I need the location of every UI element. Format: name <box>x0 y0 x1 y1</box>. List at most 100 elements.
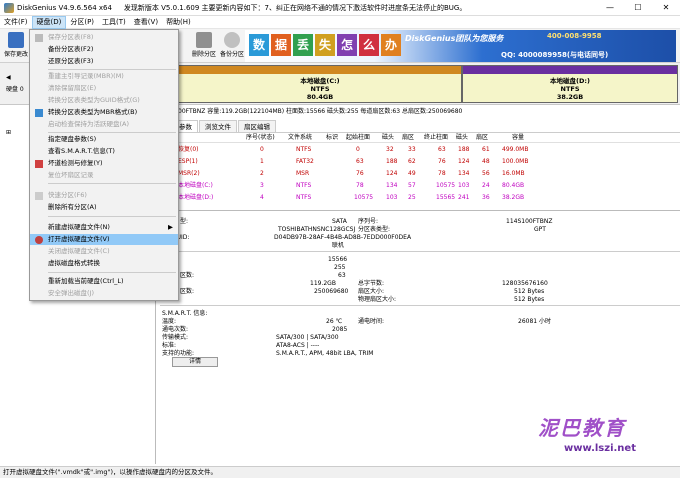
table-row[interactable]: MSR(2) 2 MSR 76 124 49 78 134 56 16.0MB <box>160 169 680 179</box>
menu-item-smart-info[interactable]: 查看S.M.A.R.T.信息(T) <box>30 146 178 157</box>
partition-fs: NTFS <box>560 85 580 93</box>
menu-item-new-virtual-disk[interactable]: 新建虚拟硬盘文件(N) ▶ <box>30 222 178 233</box>
value-features: S.M.A.R.T., APM, 48bit LBA, TRIM <box>276 350 374 357</box>
menu-file[interactable]: 文件(F) <box>0 16 32 29</box>
cell-ec: 15565 <box>436 194 456 201</box>
menu-item-reset-bad-sectors[interactable]: 复位坏扇区记录 <box>30 170 178 181</box>
banner-char: 办 <box>381 34 401 56</box>
partition-block-c[interactable]: 本地磁盘(C:) NTFS 80.4GB <box>178 65 462 103</box>
menu-item-open-virtual-disk[interactable]: 打开虚拟硬盘文件(V) <box>30 234 178 245</box>
col-header: 扇区 <box>476 134 489 141</box>
banner-char: 怎 <box>337 34 357 56</box>
tab-sector-edit[interactable]: 扇区编辑 <box>238 120 276 132</box>
disk-nav-left-icon[interactable]: ◀ <box>6 73 11 82</box>
minimize-button[interactable]: — <box>596 0 624 16</box>
close-button[interactable]: ✕ <box>652 0 680 16</box>
maximize-button[interactable]: ☐ <box>624 0 652 16</box>
app-icon <box>4 2 14 13</box>
tree-expand-icon[interactable]: ⊞ <box>6 128 11 137</box>
detail-button[interactable]: 详情 <box>172 357 218 367</box>
disk-menu-dropdown[interactable]: 保存分区表(F8) 备份分区表(F2) 还原分区表(F3) 重建主引导记录(MB… <box>29 29 179 301</box>
menu-item-convert-guid[interactable]: 转换分区表类型为GUID格式(G) <box>30 95 178 106</box>
cell-cap: 80.4GB <box>502 182 525 189</box>
menu-item-virtual-disk-convert[interactable]: 虚拟磁盘格式转换 <box>30 258 178 269</box>
cell-es: 36 <box>482 194 490 201</box>
table-row[interactable]: ESP(1) 1 FAT32 63 188 62 76 124 48 100.0… <box>160 157 680 167</box>
menu-tools[interactable]: 工具(T) <box>98 16 130 29</box>
value-power-time: 26081 小时 <box>518 318 551 325</box>
save-changes-button[interactable]: 保存更改 <box>2 31 30 61</box>
col-header: 磁头 <box>456 134 469 141</box>
banner-char: 么 <box>359 34 379 56</box>
submenu-arrow-icon: ▶ <box>168 223 173 231</box>
menu-item-keep-active[interactable]: 启动检查保持为活跃硬盘(A) <box>30 119 178 130</box>
menu-item-disk-params[interactable]: 指定硬盘参数(S) <box>30 134 178 145</box>
menu-item-backup-partition-table[interactable]: 备份分区表(F2) <box>30 44 178 55</box>
backup-partition-button[interactable]: 备份分区 <box>218 31 246 61</box>
cell-es: 56 <box>482 170 490 177</box>
menu-partition[interactable]: 分区(P) <box>66 16 98 29</box>
cell-cap: 38.2GB <box>502 194 525 201</box>
banner-brand: DiskGenius团队为您服务 <box>405 34 504 43</box>
cell-cap: 16.0MB <box>502 170 525 177</box>
partition-block-d[interactable]: 本地磁盘(D:) NTFS 38.2GB <box>462 65 678 103</box>
cell-sh: 134 <box>386 182 398 189</box>
cell-ec: 78 <box>438 170 446 177</box>
col-header: 文件系统 <box>288 134 313 141</box>
divider <box>160 251 680 252</box>
menu-item-close-virtual-disk[interactable]: 关闭虚拟硬盘文件(C) <box>30 246 178 257</box>
col-header: 扇区 <box>402 134 415 141</box>
banner-char: 失 <box>315 34 335 56</box>
menu-item-quick-partition[interactable]: 快速分区(F6) <box>30 190 178 201</box>
cell-no: 0 <box>260 146 264 153</box>
menu-item-eject-disk[interactable]: 安全弹出磁盘(J) <box>30 288 178 299</box>
value-phys-sector: 512 Bytes <box>514 296 545 303</box>
cell-no: 1 <box>260 158 264 165</box>
banner-phone: 400-008-9958 <box>547 32 602 40</box>
partition-name: 本地磁盘(D:) <box>550 77 590 85</box>
label-power-time: 通电时间: <box>358 318 385 325</box>
value-total-sectors: 250069680 <box>314 288 349 295</box>
cell-name: 本地磁盘(C:) <box>178 182 213 189</box>
menu-item-restore-partition-table[interactable]: 还原分区表(F3) <box>30 56 178 67</box>
cell-ec: 76 <box>438 158 446 165</box>
partition-name: 本地磁盘(C:) <box>300 77 340 85</box>
col-header: 容量 <box>512 134 525 141</box>
cell-eh: 103 <box>458 182 470 189</box>
cell-sh: 124 <box>386 170 398 177</box>
col-header: 起始柱面 <box>346 134 371 141</box>
cell-es: 48 <box>482 158 490 165</box>
menu-item-clear-reserved[interactable]: 清除保留扇区(E) <box>30 83 178 94</box>
cell-fs: MSR <box>296 170 310 177</box>
cell-eh: 241 <box>458 194 470 201</box>
table-row[interactable]: 本地磁盘(D:) 4 NTFS 10575 103 25 15565 241 3… <box>160 193 680 203</box>
cell-no: 2 <box>260 170 264 177</box>
menu-item-convert-mbr[interactable]: 转换分区表类型为MBR格式(B) <box>30 107 178 118</box>
partition-stripe <box>463 66 677 74</box>
tab-browse-files[interactable]: 浏览文件 <box>199 120 237 132</box>
delete-partition-button[interactable]: 删除分区 <box>190 31 218 61</box>
menu-item-rebuild-mbr[interactable]: 重建主引导记录(MBR)(M) <box>30 71 178 82</box>
col-header: 终止柱面 <box>424 134 449 141</box>
cell-sc: 76 <box>356 170 364 177</box>
cell-ss: 25 <box>408 194 416 201</box>
menu-item-bad-sector-repair[interactable]: 坏道检测与修复(Y) <box>30 158 178 169</box>
update-notice[interactable]: 发现新版本 V5.0.1.609 主要更新内容如下：7、纠正在网络不通的情况下激… <box>124 3 466 13</box>
cell-ec: 63 <box>438 146 446 153</box>
menu-separator <box>48 183 176 184</box>
menu-help[interactable]: 帮助(H) <box>162 16 195 29</box>
cell-name: 本地磁盘(D:) <box>178 194 214 201</box>
cell-fs: FAT32 <box>296 158 314 165</box>
menu-item-save-partition-table[interactable]: 保存分区表(F8) <box>30 32 178 43</box>
cell-ss: 57 <box>408 182 416 189</box>
table-row[interactable]: 恢复(0) 0 NTFS 0 32 33 63 188 61 499.0MB <box>160 145 680 155</box>
disk-info-line: 00FTBNZ 容量:119.2GB(122104MB) 柱面数:15566 磁… <box>178 108 463 115</box>
partition-table: 序号(状态) 文件系统 标识 起始柱面 磁头 扇区 终止柱面 磁头 扇区 容量 … <box>160 132 680 208</box>
menu-item-delete-all-partitions[interactable]: 删除所有分区(A) <box>30 202 178 213</box>
menu-item-reload-disk[interactable]: 重新加载当前硬盘(Ctrl_L) <box>30 276 178 287</box>
menu-disk[interactable]: 硬盘(D) <box>31 15 67 29</box>
ad-banner[interactable]: 数 据 丢 失 怎 么 办 DiskGenius团队为您服务 400-008-9… <box>245 30 676 62</box>
cell-sh: 188 <box>386 158 398 165</box>
menu-view[interactable]: 查看(V) <box>130 16 162 29</box>
table-row[interactable]: 本地磁盘(C:) 3 NTFS 78 134 57 10575 103 24 8… <box>160 181 680 191</box>
